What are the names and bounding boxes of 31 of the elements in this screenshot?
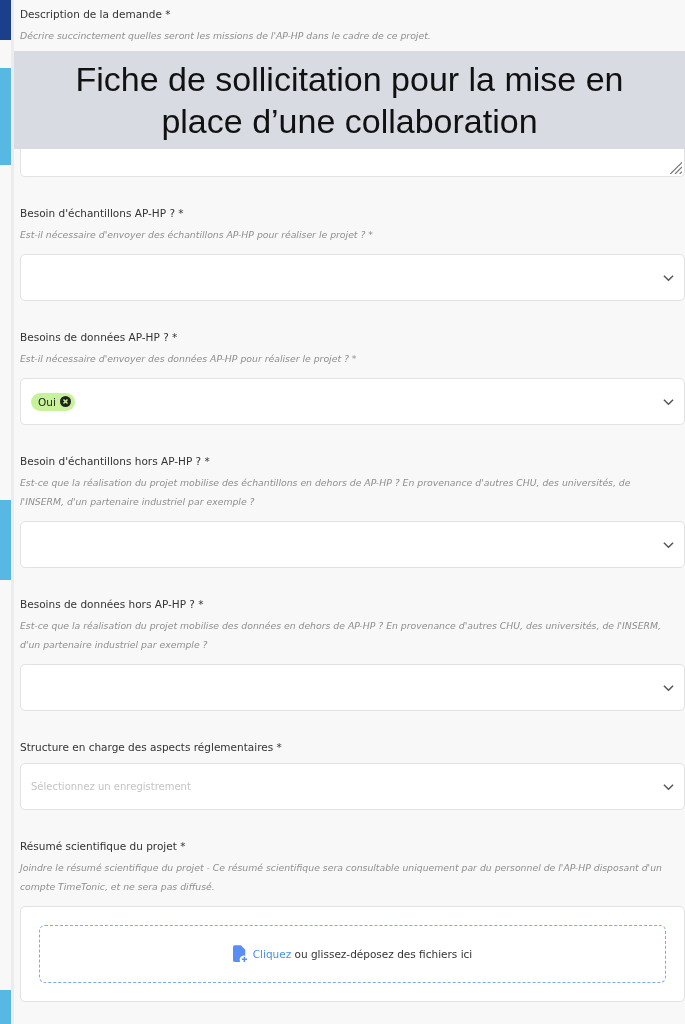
dropdown-field[interactable] (20, 254, 685, 301)
field-hint: Est-ce que la réalisation du projet mobilise des données en dehors de AP-HP ? En provenance d'autres CHU, des universités, de l'INSERM, d'un partenaire industriel par exemple ? (20, 619, 662, 652)
field-label: Besoin d'échantillons AP-HP ? * (20, 206, 185, 221)
field-label: Besoins de données AP-HP ? * (20, 330, 179, 345)
field-hint: Est-il nécessaire d'envoyer des données AP-HP pour réaliser le projet ? * (20, 352, 358, 366)
edge-stripe (0, 990, 11, 1024)
file-plus-icon (232, 945, 247, 963)
chevron-down-icon[interactable] (663, 540, 674, 549)
field-label: Résumé scientifique du projet * (20, 839, 187, 854)
resize-handle-icon[interactable] (668, 160, 682, 174)
chevron-down-icon[interactable] (663, 397, 674, 406)
dropdown-field[interactable] (20, 664, 685, 711)
field-label: Description de la demande * (20, 7, 172, 22)
edge-stripe (0, 0, 11, 40)
field-hint: Est-il nécessaire d'envoyer des échantillons AP-HP pour réaliser le projet ? * (20, 228, 374, 242)
dropdown-field[interactable] (20, 521, 685, 568)
dropdown-field[interactable]: Oui (20, 378, 685, 425)
selected-tag[interactable]: Oui (31, 392, 75, 411)
banner-title: Fiche de sollicitation pour la mise en place d’une collaboration (74, 59, 625, 142)
drop-zone[interactable]: Cliquez ou glissez-déposez des fichiers ici (39, 925, 666, 983)
field-label: Structure en charge des aspects réglementaires * (20, 740, 283, 755)
remove-icon[interactable] (59, 396, 71, 407)
field-hint: Est-ce que la réalisation du projet mobilise des échantillons en dehors de AP-HP ? En provenance d'autres CHU, des universités, de l'INSERM, d'un partenaire industriel par exemple ? (20, 476, 632, 509)
upload-prompt: Cliquez ou glissez-déposez des fichiers ici (252, 948, 473, 960)
field-hint: Décrire succinctement quelles seront les missions de l'AP-HP dans le cadre de ce projet. (20, 29, 432, 43)
field-label: Besoins de données hors AP-HP ? * (20, 597, 205, 612)
chevron-down-icon[interactable] (663, 273, 674, 282)
chevron-down-icon[interactable] (663, 782, 674, 791)
field-label: Besoin d'échantillons hors AP-HP ? * (20, 454, 211, 469)
chevron-down-icon[interactable] (663, 683, 674, 692)
field-hint: Joindre le résumé scientifique du projet - Ce résumé scientifique sera consultable uniquement par du personnel de l'AP-HP disposant d'un compte TimeTonic, et ne sera pas diffusé. (20, 861, 663, 894)
